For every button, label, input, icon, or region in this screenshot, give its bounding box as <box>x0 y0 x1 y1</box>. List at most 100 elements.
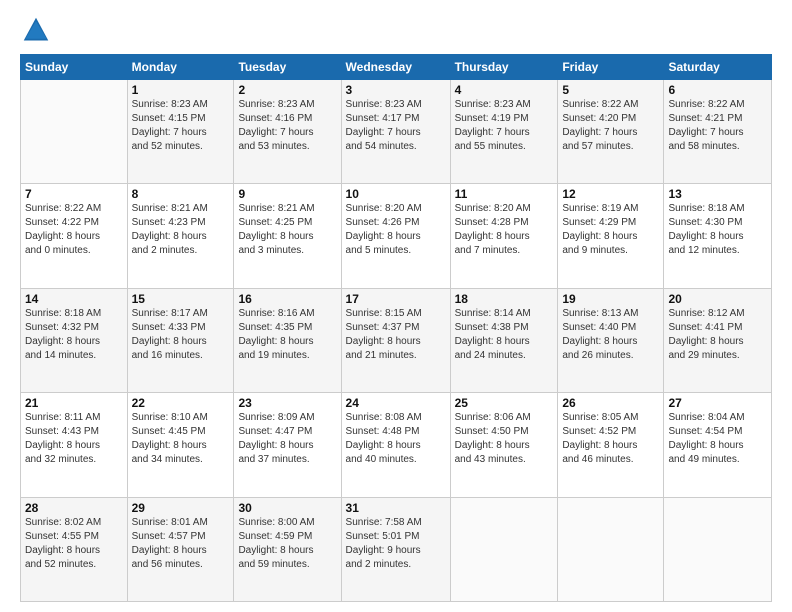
calendar-cell: 29Sunrise: 8:01 AM Sunset: 4:57 PM Dayli… <box>127 497 234 601</box>
weekday-header: Thursday <box>450 55 558 80</box>
day-number: 27 <box>668 396 767 410</box>
day-info: Sunrise: 8:20 AM Sunset: 4:26 PM Dayligh… <box>346 202 446 258</box>
calendar-table: SundayMondayTuesdayWednesdayThursdayFrid… <box>20 54 772 602</box>
day-info: Sunrise: 8:22 AM Sunset: 4:21 PM Dayligh… <box>668 98 767 154</box>
calendar-cell: 22Sunrise: 8:10 AM Sunset: 4:45 PM Dayli… <box>127 393 234 497</box>
day-number: 12 <box>562 187 659 201</box>
day-number: 10 <box>346 187 446 201</box>
day-number: 8 <box>132 187 230 201</box>
weekday-header: Sunday <box>21 55 128 80</box>
day-info: Sunrise: 8:12 AM Sunset: 4:41 PM Dayligh… <box>668 307 767 363</box>
day-info: Sunrise: 8:10 AM Sunset: 4:45 PM Dayligh… <box>132 411 230 467</box>
weekday-header: Monday <box>127 55 234 80</box>
day-number: 11 <box>455 187 554 201</box>
day-number: 22 <box>132 396 230 410</box>
calendar-cell: 4Sunrise: 8:23 AM Sunset: 4:19 PM Daylig… <box>450 80 558 184</box>
day-info: Sunrise: 8:17 AM Sunset: 4:33 PM Dayligh… <box>132 307 230 363</box>
calendar-cell <box>450 497 558 601</box>
weekday-header: Friday <box>558 55 664 80</box>
day-info: Sunrise: 8:13 AM Sunset: 4:40 PM Dayligh… <box>562 307 659 363</box>
day-number: 31 <box>346 501 446 515</box>
calendar-cell: 25Sunrise: 8:06 AM Sunset: 4:50 PM Dayli… <box>450 393 558 497</box>
day-info: Sunrise: 8:23 AM Sunset: 4:16 PM Dayligh… <box>238 98 336 154</box>
calendar-cell: 16Sunrise: 8:16 AM Sunset: 4:35 PM Dayli… <box>234 288 341 392</box>
day-number: 29 <box>132 501 230 515</box>
day-number: 9 <box>238 187 336 201</box>
calendar-cell: 2Sunrise: 8:23 AM Sunset: 4:16 PM Daylig… <box>234 80 341 184</box>
calendar-cell: 18Sunrise: 8:14 AM Sunset: 4:38 PM Dayli… <box>450 288 558 392</box>
calendar-cell: 11Sunrise: 8:20 AM Sunset: 4:28 PM Dayli… <box>450 184 558 288</box>
calendar-cell: 31Sunrise: 7:58 AM Sunset: 5:01 PM Dayli… <box>341 497 450 601</box>
logo-icon <box>22 16 50 44</box>
day-number: 30 <box>238 501 336 515</box>
day-info: Sunrise: 8:11 AM Sunset: 4:43 PM Dayligh… <box>25 411 123 467</box>
day-number: 26 <box>562 396 659 410</box>
calendar-cell: 20Sunrise: 8:12 AM Sunset: 4:41 PM Dayli… <box>664 288 772 392</box>
calendar-cell: 24Sunrise: 8:08 AM Sunset: 4:48 PM Dayli… <box>341 393 450 497</box>
day-number: 13 <box>668 187 767 201</box>
day-number: 21 <box>25 396 123 410</box>
day-info: Sunrise: 8:21 AM Sunset: 4:23 PM Dayligh… <box>132 202 230 258</box>
day-number: 20 <box>668 292 767 306</box>
calendar-cell <box>664 497 772 601</box>
day-info: Sunrise: 8:06 AM Sunset: 4:50 PM Dayligh… <box>455 411 554 467</box>
day-number: 16 <box>238 292 336 306</box>
calendar-week-row: 14Sunrise: 8:18 AM Sunset: 4:32 PM Dayli… <box>21 288 772 392</box>
day-info: Sunrise: 8:20 AM Sunset: 4:28 PM Dayligh… <box>455 202 554 258</box>
day-number: 25 <box>455 396 554 410</box>
day-number: 2 <box>238 83 336 97</box>
day-info: Sunrise: 8:22 AM Sunset: 4:20 PM Dayligh… <box>562 98 659 154</box>
calendar-cell: 28Sunrise: 8:02 AM Sunset: 4:55 PM Dayli… <box>21 497 128 601</box>
day-number: 15 <box>132 292 230 306</box>
calendar-cell: 21Sunrise: 8:11 AM Sunset: 4:43 PM Dayli… <box>21 393 128 497</box>
day-info: Sunrise: 8:22 AM Sunset: 4:22 PM Dayligh… <box>25 202 123 258</box>
calendar-week-row: 28Sunrise: 8:02 AM Sunset: 4:55 PM Dayli… <box>21 497 772 601</box>
day-info: Sunrise: 8:01 AM Sunset: 4:57 PM Dayligh… <box>132 516 230 572</box>
day-number: 17 <box>346 292 446 306</box>
calendar-cell: 30Sunrise: 8:00 AM Sunset: 4:59 PM Dayli… <box>234 497 341 601</box>
calendar-week-row: 1Sunrise: 8:23 AM Sunset: 4:15 PM Daylig… <box>21 80 772 184</box>
calendar-cell: 27Sunrise: 8:04 AM Sunset: 4:54 PM Dayli… <box>664 393 772 497</box>
day-info: Sunrise: 7:58 AM Sunset: 5:01 PM Dayligh… <box>346 516 446 572</box>
day-info: Sunrise: 8:00 AM Sunset: 4:59 PM Dayligh… <box>238 516 336 572</box>
day-info: Sunrise: 8:09 AM Sunset: 4:47 PM Dayligh… <box>238 411 336 467</box>
day-info: Sunrise: 8:18 AM Sunset: 4:32 PM Dayligh… <box>25 307 123 363</box>
day-number: 4 <box>455 83 554 97</box>
day-info: Sunrise: 8:23 AM Sunset: 4:15 PM Dayligh… <box>132 98 230 154</box>
calendar-cell: 15Sunrise: 8:17 AM Sunset: 4:33 PM Dayli… <box>127 288 234 392</box>
day-number: 24 <box>346 396 446 410</box>
day-number: 14 <box>25 292 123 306</box>
day-info: Sunrise: 8:05 AM Sunset: 4:52 PM Dayligh… <box>562 411 659 467</box>
calendar-cell: 13Sunrise: 8:18 AM Sunset: 4:30 PM Dayli… <box>664 184 772 288</box>
day-number: 19 <box>562 292 659 306</box>
day-number: 7 <box>25 187 123 201</box>
calendar-cell: 7Sunrise: 8:22 AM Sunset: 4:22 PM Daylig… <box>21 184 128 288</box>
page-header <box>20 16 772 44</box>
day-info: Sunrise: 8:08 AM Sunset: 4:48 PM Dayligh… <box>346 411 446 467</box>
calendar-cell: 19Sunrise: 8:13 AM Sunset: 4:40 PM Dayli… <box>558 288 664 392</box>
day-info: Sunrise: 8:04 AM Sunset: 4:54 PM Dayligh… <box>668 411 767 467</box>
day-info: Sunrise: 8:16 AM Sunset: 4:35 PM Dayligh… <box>238 307 336 363</box>
day-info: Sunrise: 8:23 AM Sunset: 4:17 PM Dayligh… <box>346 98 446 154</box>
calendar-cell: 12Sunrise: 8:19 AM Sunset: 4:29 PM Dayli… <box>558 184 664 288</box>
calendar-cell: 26Sunrise: 8:05 AM Sunset: 4:52 PM Dayli… <box>558 393 664 497</box>
weekday-header-row: SundayMondayTuesdayWednesdayThursdayFrid… <box>21 55 772 80</box>
day-number: 5 <box>562 83 659 97</box>
day-info: Sunrise: 8:02 AM Sunset: 4:55 PM Dayligh… <box>25 516 123 572</box>
calendar-week-row: 21Sunrise: 8:11 AM Sunset: 4:43 PM Dayli… <box>21 393 772 497</box>
calendar-cell: 1Sunrise: 8:23 AM Sunset: 4:15 PM Daylig… <box>127 80 234 184</box>
logo <box>20 16 50 44</box>
day-number: 3 <box>346 83 446 97</box>
calendar-cell <box>21 80 128 184</box>
weekday-header: Wednesday <box>341 55 450 80</box>
calendar-cell: 8Sunrise: 8:21 AM Sunset: 4:23 PM Daylig… <box>127 184 234 288</box>
calendar-week-row: 7Sunrise: 8:22 AM Sunset: 4:22 PM Daylig… <box>21 184 772 288</box>
calendar-cell: 17Sunrise: 8:15 AM Sunset: 4:37 PM Dayli… <box>341 288 450 392</box>
calendar-cell: 10Sunrise: 8:20 AM Sunset: 4:26 PM Dayli… <box>341 184 450 288</box>
calendar-cell: 3Sunrise: 8:23 AM Sunset: 4:17 PM Daylig… <box>341 80 450 184</box>
day-info: Sunrise: 8:19 AM Sunset: 4:29 PM Dayligh… <box>562 202 659 258</box>
day-number: 28 <box>25 501 123 515</box>
day-info: Sunrise: 8:21 AM Sunset: 4:25 PM Dayligh… <box>238 202 336 258</box>
calendar-page: SundayMondayTuesdayWednesdayThursdayFrid… <box>0 0 792 612</box>
day-number: 1 <box>132 83 230 97</box>
